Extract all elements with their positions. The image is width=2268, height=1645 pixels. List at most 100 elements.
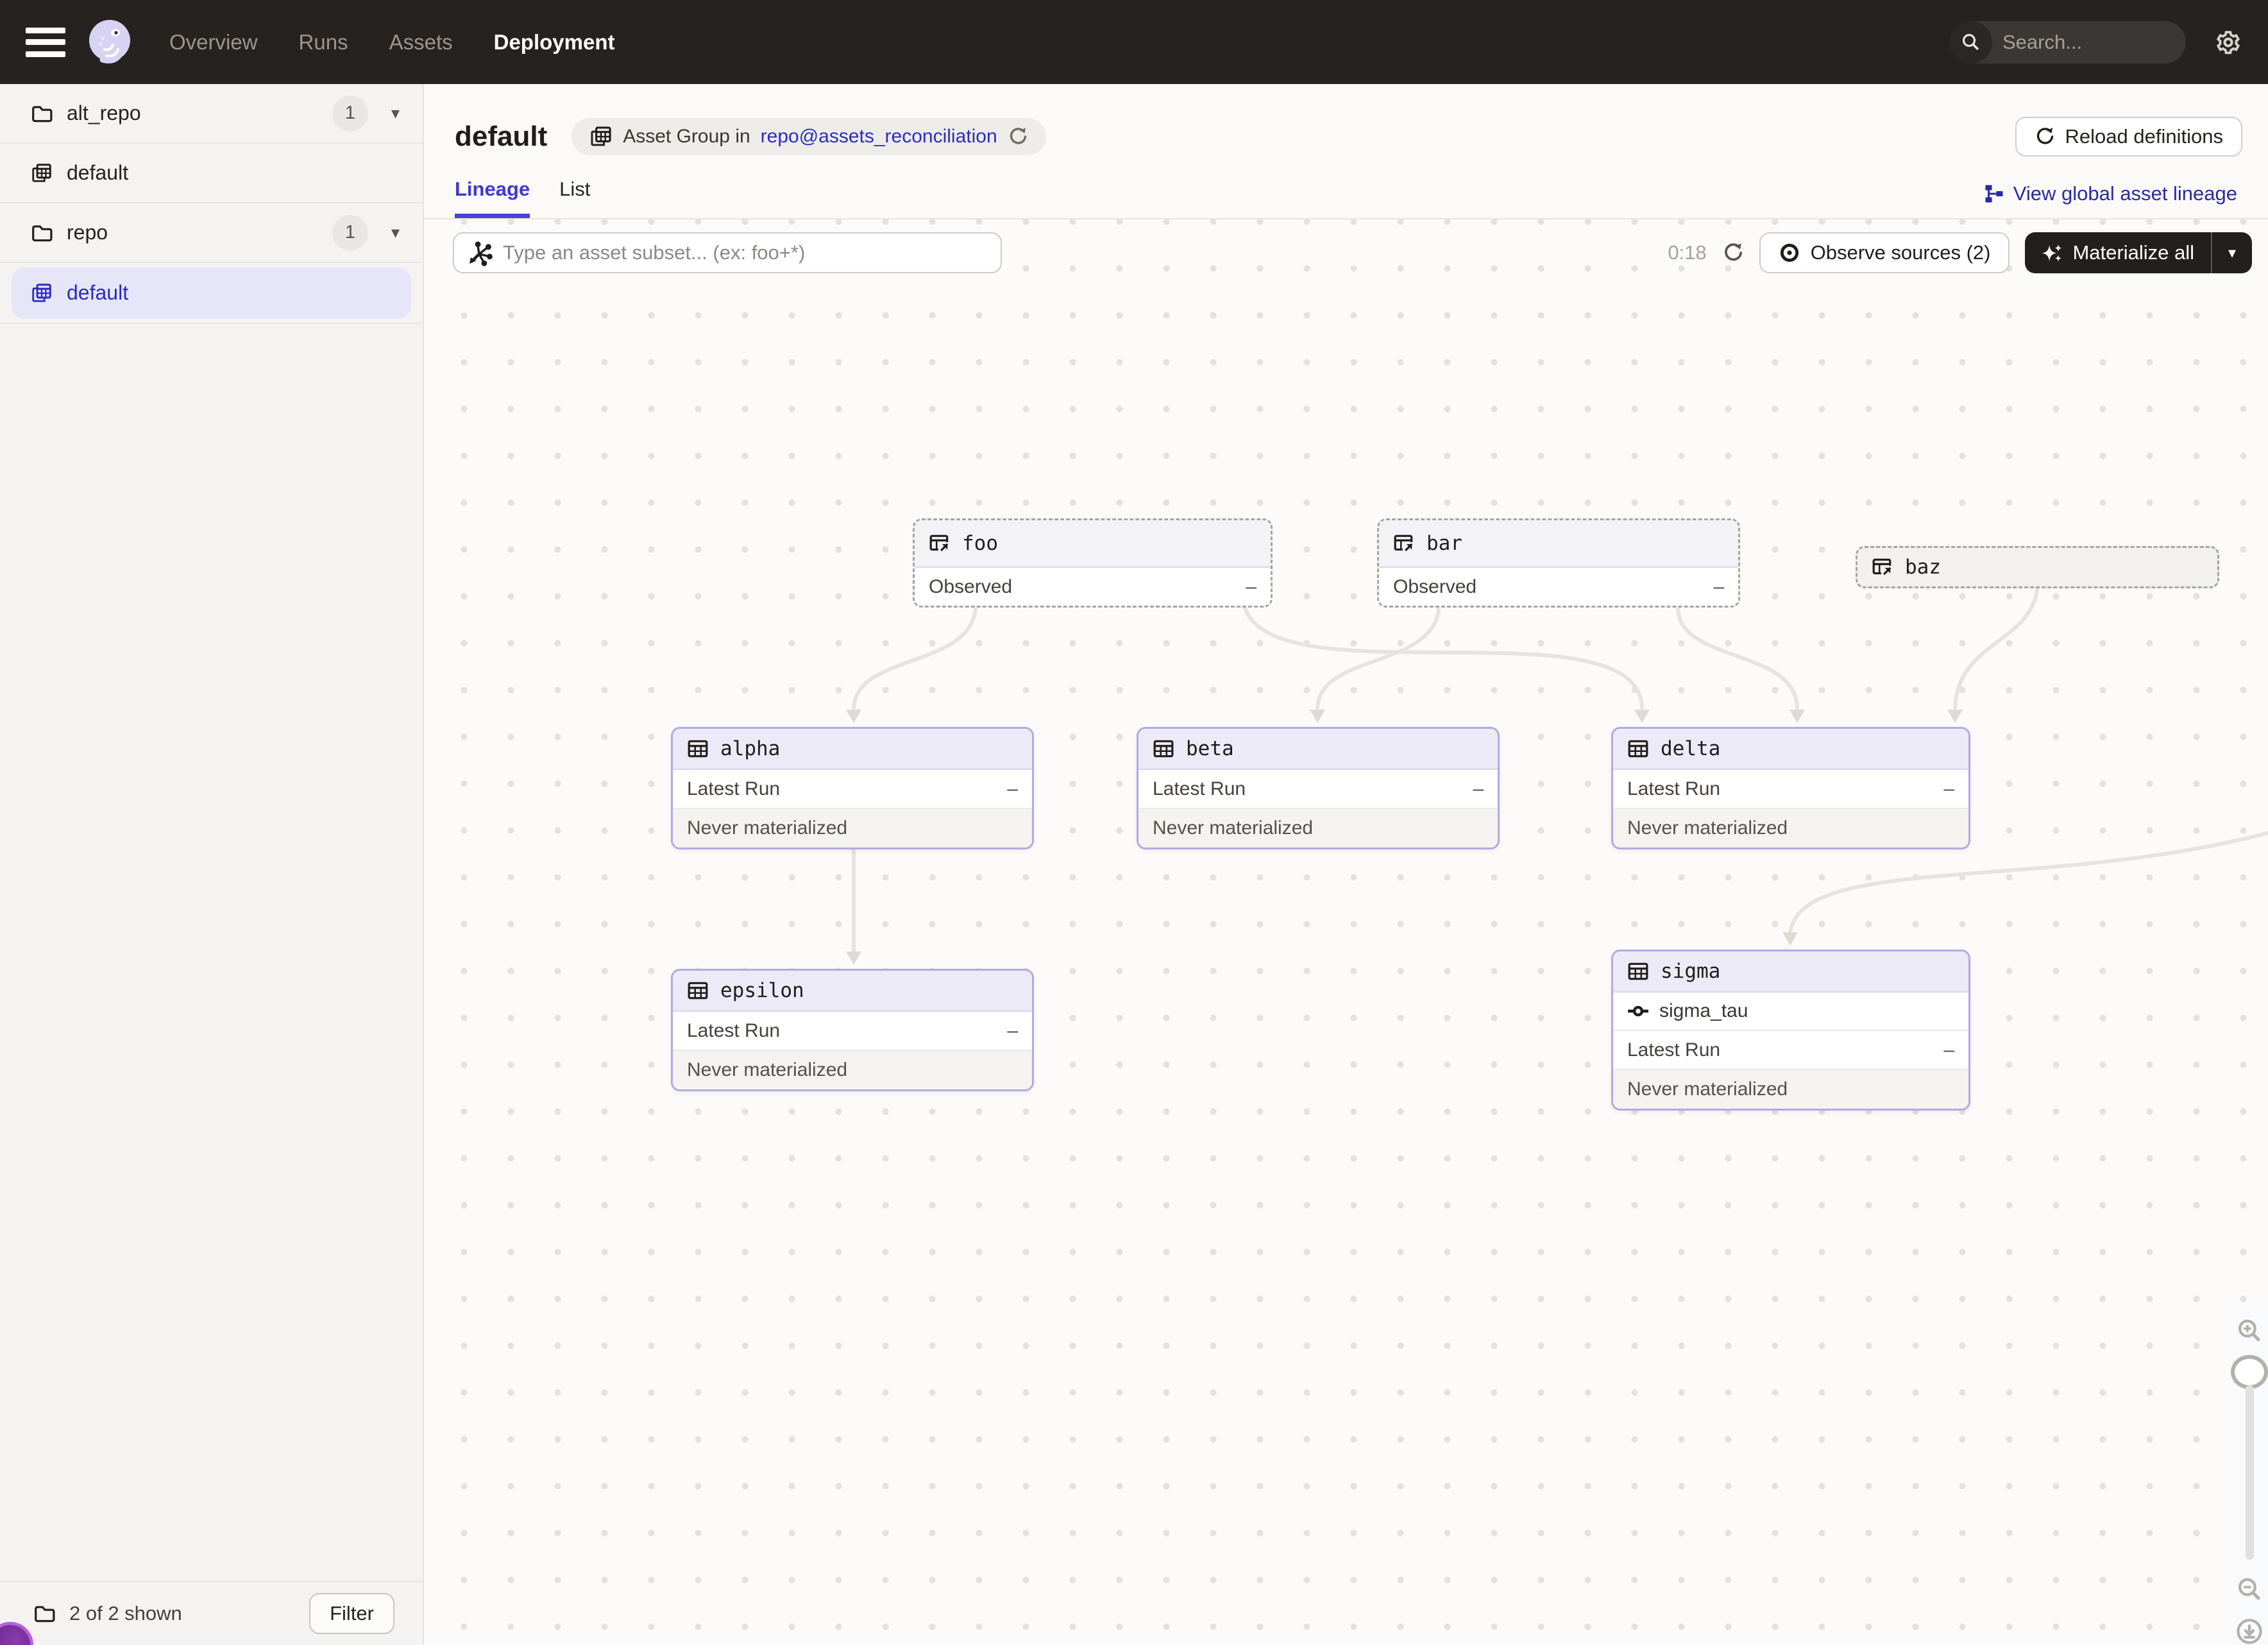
count-badge: 1 bbox=[332, 215, 368, 251]
asset-node-bar[interactable]: bar Observed– bbox=[1377, 518, 1740, 608]
asset-node-header[interactable]: foo bbox=[915, 520, 1271, 568]
edge-foo-alpha bbox=[854, 608, 976, 708]
folder-icon bbox=[33, 1603, 55, 1624]
edge-bar-beta bbox=[1317, 608, 1439, 708]
sidebar-item-label: repo bbox=[67, 221, 108, 244]
view-global-asset-lineage-link[interactable]: View global asset lineage bbox=[1984, 182, 2237, 218]
edge-foo-delta bbox=[1245, 608, 1642, 708]
global-search[interactable]: / bbox=[1950, 21, 2186, 64]
asset-node-header[interactable]: delta bbox=[1613, 729, 1968, 770]
asset-node-header[interactable]: epsilon bbox=[673, 971, 1032, 1012]
canvas-actions: 0:18 Observe sources (2) Materialize all… bbox=[1668, 232, 2252, 273]
zoom-slider-track[interactable] bbox=[2246, 1385, 2254, 1559]
asset-node-foo[interactable]: foo Observed– bbox=[913, 518, 1273, 608]
refresh-icon[interactable] bbox=[1722, 242, 1744, 264]
reload-location-icon[interactable] bbox=[1008, 126, 1028, 147]
sidebar-item-repo[interactable]: repo 1 ▾ bbox=[0, 203, 423, 263]
table-asset-icon bbox=[1627, 738, 1649, 760]
nav-assets[interactable]: Assets bbox=[389, 30, 453, 55]
asset-name: sigma bbox=[1661, 960, 1720, 983]
latest-run-row: Latest Run– bbox=[1613, 770, 1968, 809]
materialize-all-button[interactable]: Materialize all bbox=[2025, 232, 2211, 273]
asset-check-icon bbox=[1627, 1000, 1649, 1022]
materialize-all-label: Materialize all bbox=[2072, 241, 2194, 264]
sidebar-item-label: alt_repo bbox=[67, 101, 141, 125]
asset-node-header[interactable]: bar bbox=[1379, 520, 1738, 568]
settings-gear-icon[interactable] bbox=[2214, 28, 2242, 56]
materialization-status: Never materialized bbox=[1613, 809, 1968, 848]
page-header: default Asset Group in repo@assets_recon… bbox=[424, 84, 2268, 177]
asset-node-sigma[interactable]: sigma sigma_tau Latest Run– Never materi… bbox=[1611, 950, 1970, 1111]
sidebar-item-alt-repo[interactable]: alt_repo 1 ▾ bbox=[0, 84, 423, 144]
asset-node-delta[interactable]: delta Latest Run– Never materialized bbox=[1611, 727, 1970, 849]
main-nav: Overview Runs Assets Deployment bbox=[169, 30, 615, 55]
sidebar-item-default-selected[interactable]: default bbox=[12, 268, 411, 319]
materialization-status: Never materialized bbox=[1613, 1070, 1968, 1109]
asset-group-icon bbox=[31, 282, 53, 304]
filter-button[interactable]: Filter bbox=[309, 1593, 394, 1634]
asset-node-header[interactable]: baz bbox=[1858, 548, 2217, 586]
asset-subset-icon bbox=[467, 239, 494, 266]
search-input[interactable] bbox=[1992, 31, 2186, 54]
asset-name: alpha bbox=[720, 737, 780, 760]
chevron-down-icon[interactable]: ▾ bbox=[391, 223, 400, 243]
view-tabs: Lineage List View global asset lineage bbox=[424, 177, 2268, 219]
dagster-logo-icon[interactable] bbox=[83, 16, 136, 69]
search-icon bbox=[1950, 21, 1992, 64]
page-title: default bbox=[455, 121, 547, 153]
asset-node-alpha[interactable]: alpha Latest Run– Never materialized bbox=[671, 727, 1034, 849]
download-view-icon[interactable] bbox=[2235, 1618, 2264, 1645]
menu-icon[interactable] bbox=[26, 28, 65, 57]
asset-subset-filter[interactable] bbox=[453, 232, 1002, 273]
zoom-controls bbox=[2231, 1304, 2268, 1645]
table-asset-icon bbox=[687, 980, 709, 1001]
source-asset-icon bbox=[929, 533, 951, 554]
asset-node-header[interactable]: beta bbox=[1138, 729, 1498, 770]
asset-group-icon bbox=[31, 162, 53, 184]
nav-overview[interactable]: Overview bbox=[169, 30, 258, 55]
reload-definitions-button[interactable]: Reload definitions bbox=[2015, 117, 2242, 157]
sparkle-icon bbox=[2042, 243, 2062, 262]
lineage-canvas[interactable]: 0:18 Observe sources (2) Materialize all… bbox=[424, 219, 2268, 1645]
shown-count-text: 2 of 2 shown bbox=[69, 1602, 295, 1625]
edge-bar-delta bbox=[1678, 608, 1797, 708]
zoom-out-icon[interactable] bbox=[2235, 1576, 2264, 1602]
refresh-timer: 0:18 bbox=[1668, 241, 1706, 264]
latest-run-row: Latest Run– bbox=[1138, 770, 1498, 809]
asset-node-baz[interactable]: baz bbox=[1856, 546, 2219, 588]
materialization-status: Never materialized bbox=[1138, 809, 1498, 848]
observe-sources-button[interactable]: Observe sources (2) bbox=[1759, 232, 2010, 273]
sidebar-item-label: default bbox=[67, 281, 128, 305]
asset-check-row[interactable]: sigma_tau bbox=[1613, 993, 1968, 1031]
asset-node-epsilon[interactable]: epsilon Latest Run– Never materialized bbox=[671, 969, 1034, 1091]
badge-prefix: Asset Group in bbox=[623, 126, 750, 148]
sidebar-item-default-alt[interactable]: default bbox=[0, 144, 423, 203]
latest-run-row: Latest Run– bbox=[673, 770, 1032, 809]
materialize-options-caret[interactable]: ▾ bbox=[2212, 232, 2252, 273]
source-asset-icon bbox=[1872, 556, 1893, 578]
observe-eye-icon bbox=[1779, 242, 1800, 264]
tab-lineage[interactable]: Lineage bbox=[455, 178, 530, 218]
source-asset-icon bbox=[1393, 533, 1415, 554]
repo-location-link[interactable]: repo@assets_reconciliation bbox=[761, 126, 997, 148]
asset-subset-input[interactable] bbox=[503, 241, 988, 264]
asset-node-beta[interactable]: beta Latest Run– Never materialized bbox=[1137, 727, 1500, 849]
reload-icon bbox=[2035, 126, 2055, 147]
nav-deployment[interactable]: Deployment bbox=[494, 30, 615, 55]
tab-list[interactable]: List bbox=[559, 178, 590, 218]
code-location-sidebar: alt_repo 1 ▾ default repo 1 ▾ default 2 … bbox=[0, 84, 424, 1645]
chevron-down-icon[interactable]: ▾ bbox=[391, 103, 400, 123]
folder-icon bbox=[31, 222, 53, 244]
latest-run-row: Latest Run– bbox=[1613, 1031, 1968, 1070]
asset-name: foo bbox=[962, 532, 998, 555]
zoom-slider-handle[interactable] bbox=[2231, 1355, 2268, 1390]
asset-name: baz bbox=[1905, 556, 1941, 579]
nav-runs[interactable]: Runs bbox=[299, 30, 348, 55]
zoom-in-icon[interactable] bbox=[2235, 1318, 2264, 1343]
asset-node-header[interactable]: sigma bbox=[1613, 951, 1968, 993]
asset-group-icon bbox=[589, 125, 613, 148]
edge-baz-delta bbox=[1955, 590, 2037, 708]
materialization-status: Never materialized bbox=[673, 809, 1032, 848]
asset-group-badge: Asset Group in repo@assets_reconciliatio… bbox=[571, 118, 1045, 155]
asset-node-header[interactable]: alpha bbox=[673, 729, 1032, 770]
